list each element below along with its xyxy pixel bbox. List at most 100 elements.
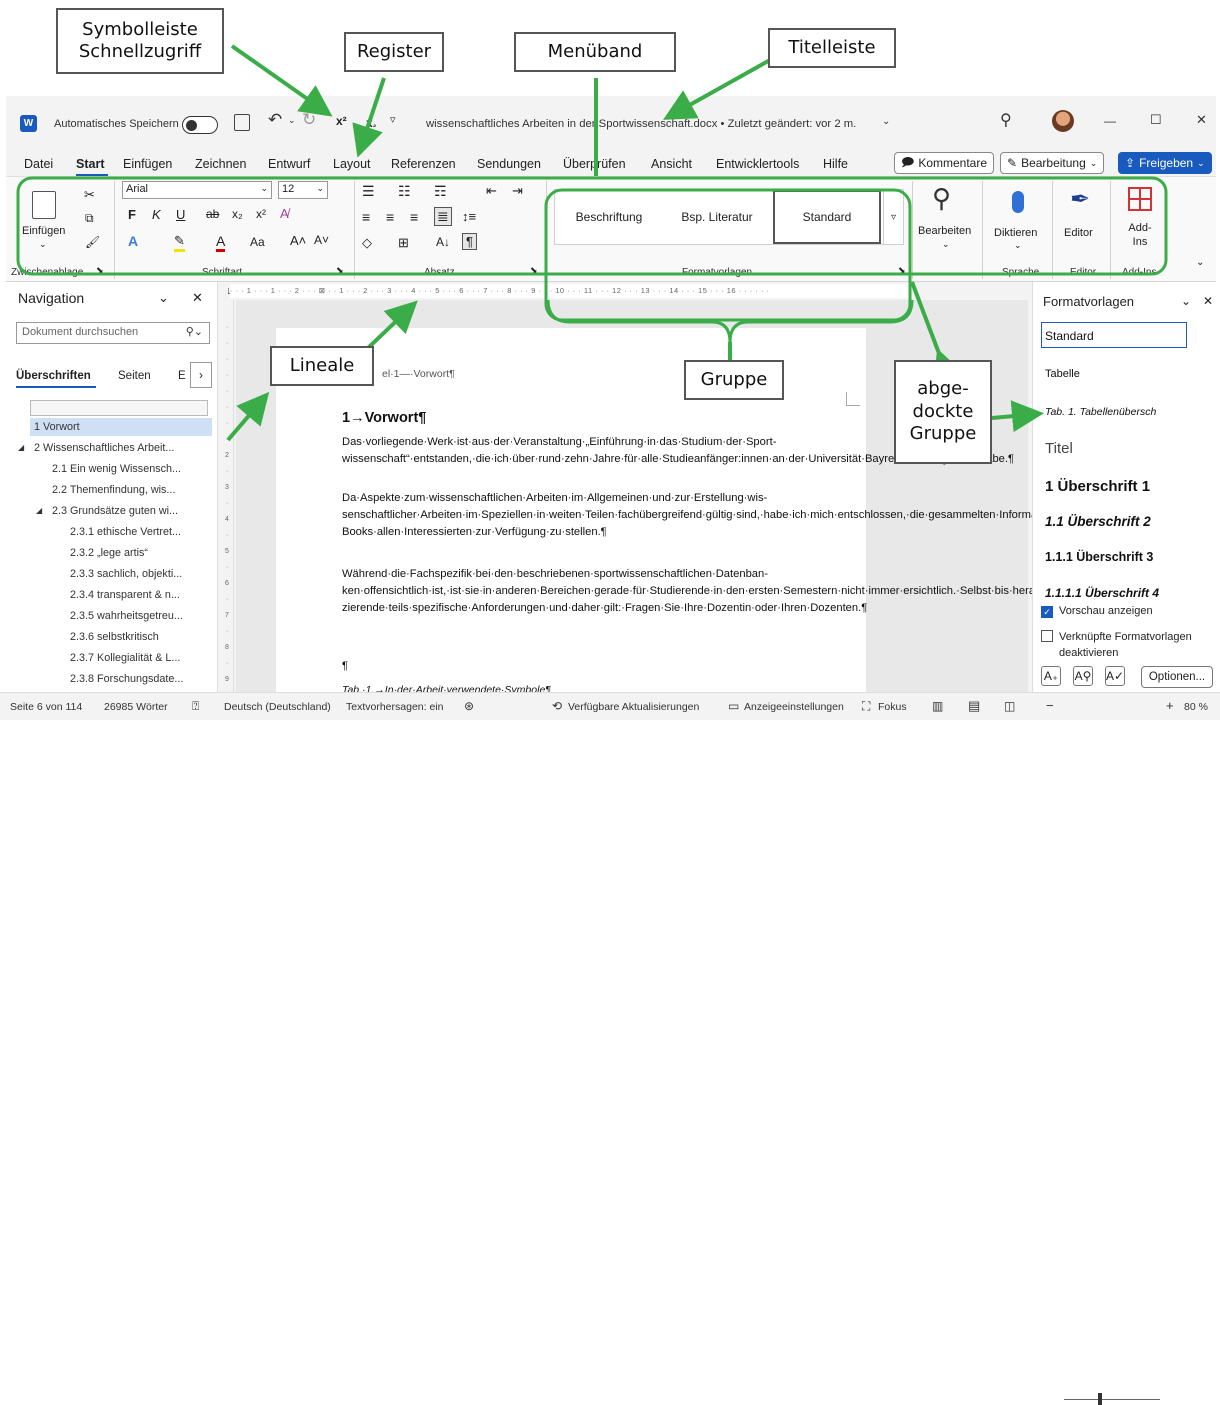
strikethrough-icon[interactable]: ab: [206, 207, 219, 221]
align-center-icon[interactable]: ≡: [386, 209, 394, 225]
editor-pen-icon[interactable]: ✒: [1070, 185, 1090, 214]
line-spacing-icon[interactable]: ↕≡: [462, 209, 476, 224]
nav-heading[interactable]: 2.3.8 Forschungsdate...: [70, 673, 183, 685]
vertical-ruler[interactable]: ········2·3·4·5·6·7·8·9·: [220, 300, 234, 699]
tab-zeichnen[interactable]: Zeichnen: [195, 157, 246, 171]
align-left-icon[interactable]: ≡: [362, 209, 370, 225]
justify-icon[interactable]: ≣: [434, 207, 452, 226]
decrease-indent-icon[interactable]: ⇤: [486, 183, 497, 199]
undo-dropdown-icon[interactable]: ⌄: [288, 115, 296, 126]
nav-heading[interactable]: 2.3.4 transparent & n...: [70, 589, 180, 601]
zoom-slider-track[interactable]: [1064, 1399, 1160, 1400]
editor-button-label[interactable]: Editor: [1064, 227, 1093, 239]
style-item-tabelle[interactable]: Tabelle: [1045, 368, 1080, 380]
shading-icon[interactable]: ◇: [362, 235, 372, 251]
multilevel-list-icon[interactable]: ☶: [434, 183, 447, 200]
word-count[interactable]: 26985 Wörter: [104, 701, 168, 713]
empty-paragraph[interactable]: ¶: [342, 658, 852, 675]
cut-icon[interactable]: ✂: [84, 187, 95, 203]
page-count[interactable]: Seite 6 von 114: [10, 701, 82, 713]
close-button[interactable]: ✕: [1196, 112, 1207, 128]
close-pane-icon[interactable]: ✕: [1203, 294, 1213, 308]
clear-formatting-icon[interactable]: A̸: [280, 206, 289, 221]
tab-einfuegen[interactable]: Einfügen: [123, 157, 172, 171]
tab-datei[interactable]: Datei: [24, 157, 53, 171]
chevron-down-icon[interactable]: ⌄: [1014, 240, 1022, 251]
nav-heading[interactable]: 2.3.3 sachlich, objekti...: [70, 568, 182, 580]
style-item-heading-2[interactable]: 1.1 Überschrift 2: [1045, 514, 1151, 529]
find-magnifier-icon[interactable]: ⚲: [932, 183, 951, 214]
font-name-combo[interactable]: Arial ⌄: [122, 181, 272, 199]
borders-icon[interactable]: ⊞: [398, 235, 409, 251]
nav-heading[interactable]: 2.3.1 ethische Vertret...: [70, 526, 181, 538]
language-indicator[interactable]: Deutsch (Deutschland): [224, 701, 331, 713]
close-pane-icon[interactable]: ✕: [192, 290, 203, 306]
bullets-icon[interactable]: ☰: [362, 183, 375, 200]
style-item-heading-1[interactable]: 1 Überschrift 1: [1045, 478, 1150, 495]
pane-options-icon[interactable]: ⌄: [1181, 294, 1191, 308]
nav-heading[interactable]: 2 Wissenschaftliches Arbeit...: [34, 442, 174, 454]
nav-tab-headings[interactable]: Überschriften: [16, 370, 91, 382]
tab-ueberpruefen[interactable]: Überprüfen: [563, 157, 626, 171]
underline-button[interactable]: U: [176, 207, 185, 222]
format-painter-icon[interactable]: 🖌: [85, 235, 100, 249]
collapse-triangle-icon[interactable]: ◢: [18, 443, 24, 452]
nav-heading[interactable]: 2.3.6 selbstkritisch: [70, 631, 159, 643]
web-layout-icon[interactable]: ◫: [1004, 699, 1015, 713]
search-icon[interactable]: ⚲: [1000, 110, 1012, 130]
redo-icon[interactable]: ↻: [302, 110, 316, 130]
font-color-icon[interactable]: A: [216, 233, 226, 252]
nav-heading[interactable]: 1 Vorwort: [34, 421, 80, 433]
tab-entwicklertools[interactable]: Entwicklertools: [716, 157, 799, 171]
style-item-heading-3[interactable]: 1.1.1 Überschrift 3: [1045, 550, 1153, 564]
style-beschriftung[interactable]: Beschriftung: [555, 190, 663, 244]
bold-button[interactable]: F: [128, 207, 136, 222]
gallery-more-icon[interactable]: ▿: [883, 190, 903, 244]
tab-sendungen[interactable]: Sendungen: [477, 157, 541, 171]
highlight-icon[interactable]: ✎: [174, 233, 185, 252]
search-document-input[interactable]: Dokument durchsuchen ⚲⌄: [16, 322, 210, 344]
nav-heading[interactable]: 2.2 Themenfindung, wis...: [52, 484, 175, 496]
maximize-button[interactable]: ☐: [1150, 112, 1162, 128]
save-icon[interactable]: [234, 114, 250, 131]
superscript-button-icon[interactable]: x²: [256, 207, 266, 221]
nav-tab-results[interactable]: E: [178, 370, 186, 382]
add-ins-grid-icon[interactable]: [1128, 187, 1152, 211]
grow-font-icon[interactable]: A˄: [290, 233, 306, 248]
increase-indent-icon[interactable]: ⇥: [512, 183, 523, 199]
print-layout-icon[interactable]: ▤: [968, 698, 980, 714]
tab-hilfe[interactable]: Hilfe: [823, 157, 848, 171]
sort-icon[interactable]: A↓: [436, 235, 450, 249]
pane-options-icon[interactable]: ⌄: [158, 290, 169, 306]
paste-button-label[interactable]: Einfügen: [22, 225, 65, 237]
focus-mode[interactable]: Fokus: [878, 701, 907, 713]
paragraph[interactable]: Da·Aspekte·zum·wissenschaftlichen·Arbeit…: [342, 490, 1161, 541]
style-inspector-icon[interactable]: A⚲: [1073, 666, 1093, 686]
accessibility-icon[interactable]: ⊛: [464, 699, 474, 713]
add-ins-button-label[interactable]: Add-Ins: [1124, 221, 1156, 249]
style-item-titel[interactable]: Titel: [1045, 440, 1073, 457]
paste-dropdown-icon[interactable]: ⌄: [39, 239, 47, 250]
microphone-icon[interactable]: [1012, 191, 1024, 213]
change-case-button[interactable]: Aa: [250, 235, 265, 249]
dialog-launcher-icon[interactable]: ⬊: [898, 265, 906, 276]
align-right-icon[interactable]: ≡: [410, 209, 418, 225]
new-style-icon[interactable]: A₊: [1041, 666, 1061, 686]
zoom-slider-thumb[interactable]: [1098, 1393, 1102, 1405]
horizontal-ruler[interactable]: · · · 1 · · · 1 · · · 2 · · · ⊠ · · 1 · …: [230, 284, 910, 298]
dictate-button-label[interactable]: Diktieren: [994, 227, 1037, 239]
updates-available[interactable]: Verfügbare Aktualisierungen: [568, 701, 699, 713]
zoom-level[interactable]: 80 %: [1184, 701, 1208, 713]
comments-button[interactable]: 🗩 Kommentare: [894, 152, 995, 174]
tab-referenzen[interactable]: Referenzen: [391, 157, 456, 171]
subscript-icon[interactable]: x₂: [366, 116, 376, 130]
preview-checkbox[interactable]: ✓: [1041, 606, 1053, 618]
editing-mode-button[interactable]: ✎ Bearbeitung ⌄: [1000, 152, 1105, 174]
manage-styles-icon[interactable]: A✓: [1105, 666, 1125, 686]
zoom-in-button[interactable]: +: [1166, 698, 1174, 713]
collapse-ribbon-icon[interactable]: ⌄: [1196, 257, 1204, 268]
paste-icon[interactable]: [32, 191, 56, 219]
tab-entwurf[interactable]: Entwurf: [268, 157, 310, 171]
numbering-icon[interactable]: ☷: [398, 183, 411, 200]
proofing-icon[interactable]: ⍰: [192, 699, 199, 714]
